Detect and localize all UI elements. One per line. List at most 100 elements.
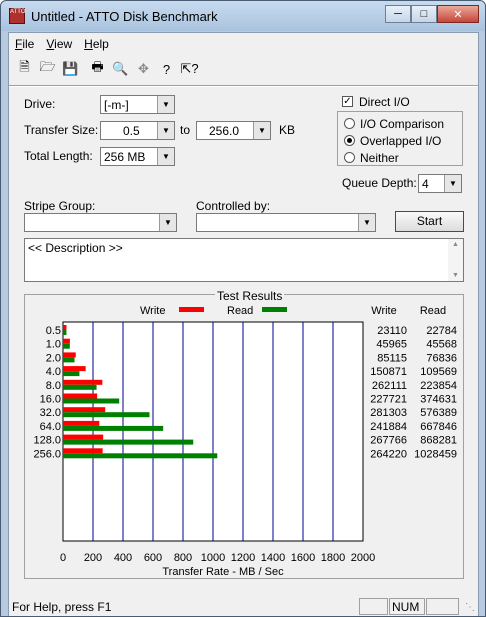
open-icon[interactable]: 🗁 xyxy=(36,57,59,81)
status-cell-scrl xyxy=(426,598,459,615)
bar-read xyxy=(63,357,75,363)
y-tick-label: 1.0 xyxy=(46,339,61,351)
direct-io-checkbox[interactable]: ✓ xyxy=(342,96,353,107)
x-tick-label: 1600 xyxy=(291,552,315,564)
start-button[interactable]: Start xyxy=(395,211,464,232)
chevron-down-icon: ▼ xyxy=(157,122,174,139)
transfer-size-to-select[interactable]: 256.0 ▼ xyxy=(196,121,271,140)
neither-radio[interactable] xyxy=(344,152,355,163)
minimize-button[interactable]: ─ xyxy=(385,5,411,23)
bar-read xyxy=(63,412,150,418)
x-tick-label: 2000 xyxy=(351,552,375,564)
close-button[interactable]: ✕ xyxy=(437,5,479,23)
status-num: NUM xyxy=(389,598,425,615)
y-tick-label: 64.0 xyxy=(40,421,61,433)
y-tick-label: 4.0 xyxy=(46,366,61,378)
write-value: 85115 xyxy=(377,352,407,364)
read-value: 374631 xyxy=(420,394,457,406)
bar-read xyxy=(63,439,194,445)
total-length-label: Total Length: xyxy=(24,149,93,163)
bar-read xyxy=(63,425,164,431)
x-tick-label: 1400 xyxy=(261,552,285,564)
overlapped-io-radio[interactable] xyxy=(344,135,355,146)
atto-app-icon: ATTO xyxy=(9,8,25,24)
io-comparison-radio[interactable] xyxy=(344,118,355,129)
write-value: 267766 xyxy=(370,435,407,447)
read-value: 76836 xyxy=(426,352,457,364)
direct-io-label[interactable]: Direct I/O xyxy=(359,95,410,109)
bar-write xyxy=(63,352,76,358)
x-tick-label: 800 xyxy=(174,552,192,564)
transfer-size-label: Transfer Size: xyxy=(24,123,99,137)
bar-read xyxy=(63,384,97,390)
controlled-by-label: Controlled by: xyxy=(196,199,271,213)
write-value: 45965 xyxy=(376,339,407,351)
print-preview-icon[interactable]: 🔍 xyxy=(109,57,132,81)
help-icon[interactable]: ? xyxy=(155,57,178,81)
bar-write xyxy=(63,325,67,330)
status-cell-caps xyxy=(359,598,388,615)
description-textarea[interactable]: << Description >> ▲ ▼ xyxy=(24,238,464,282)
bar-read xyxy=(63,330,67,335)
write-value: 241884 xyxy=(370,421,407,433)
resize-grip-icon[interactable]: ⋱ xyxy=(465,602,477,614)
chevron-down-icon: ▼ xyxy=(157,96,174,113)
chevron-down-icon: ▼ xyxy=(159,214,176,231)
read-value: 868281 xyxy=(420,435,457,447)
write-value: 262111 xyxy=(372,380,407,392)
bar-write xyxy=(63,338,70,344)
transfer-size-from-select[interactable]: 0.5 ▼ xyxy=(100,121,175,140)
chevron-down-icon: ▼ xyxy=(157,148,174,165)
context-help-icon[interactable]: ⇱? xyxy=(178,57,201,81)
x-tick-label: 200 xyxy=(84,552,102,564)
bar-read xyxy=(63,398,120,404)
stripe-group-select[interactable]: ▼ xyxy=(24,213,177,232)
bar-read xyxy=(63,453,218,459)
move-icon[interactable]: ✥ xyxy=(132,57,155,81)
neither-label[interactable]: Neither xyxy=(360,151,399,165)
status-bar: For Help, press F1 NUM ⋱ xyxy=(9,596,478,616)
bar-write xyxy=(63,366,86,372)
write-value: 150871 xyxy=(370,366,407,378)
x-tick-label: 1000 xyxy=(201,552,225,564)
write-value: 281303 xyxy=(370,407,407,419)
read-value: 667846 xyxy=(420,421,457,433)
queue-depth-select[interactable]: 4 ▼ xyxy=(418,174,462,193)
test-results-group: Test Results Write Read Write Read 0 200 400 60… xyxy=(24,289,464,579)
overlapped-io-label[interactable]: Overlapped I/O xyxy=(360,134,441,148)
window-title: Untitled - ATTO Disk Benchmark xyxy=(31,9,218,24)
print-icon[interactable]: 🖶 xyxy=(86,57,109,81)
write-value: 227721 xyxy=(370,394,407,406)
bar-read xyxy=(63,371,80,377)
x-axis-label: Transfer Rate - MB / Sec xyxy=(162,566,284,578)
read-value: 1028459 xyxy=(414,448,457,460)
write-value: 23110 xyxy=(377,325,407,337)
new-icon[interactable]: 🗎 xyxy=(13,57,36,81)
y-tick-label: 8.0 xyxy=(46,380,61,392)
y-tick-label: 0.5 xyxy=(46,325,61,337)
legend-read-swatch xyxy=(262,307,287,312)
menu-help[interactable]: Help xyxy=(78,33,115,55)
toolbar: 🗎 🗁 💾 🖶 🔍 ✥ ? ⇱? xyxy=(13,57,201,83)
drive-select[interactable]: [-m-] ▼ xyxy=(100,95,175,114)
app-window: ATTO Untitled - ATTO Disk Benchmark ─ □ … xyxy=(0,0,486,617)
menu-view[interactable]: View xyxy=(40,33,78,55)
io-comparison-label[interactable]: I/O Comparison xyxy=(360,117,444,131)
y-tick-label: 16.0 xyxy=(40,394,61,406)
maximize-button[interactable]: □ xyxy=(411,5,437,23)
write-value: 264220 xyxy=(370,448,407,460)
x-tick-label: 400 xyxy=(114,552,132,564)
chevron-down-icon: ▼ xyxy=(253,122,270,139)
stripe-group-label: Stripe Group: xyxy=(24,199,96,213)
y-tick-label: 256.0 xyxy=(33,448,61,460)
description-scrollbar[interactable]: ▲ ▼ xyxy=(448,239,463,281)
legend-write-label: Write xyxy=(140,305,165,317)
queue-depth-label: Queue Depth: xyxy=(342,176,417,190)
save-icon[interactable]: 💾 xyxy=(59,57,82,81)
total-length-select[interactable]: 256 MB ▼ xyxy=(100,147,175,166)
bar-write xyxy=(63,407,106,413)
controlled-by-select[interactable]: ▼ xyxy=(196,213,376,232)
menu-file[interactable]: File xyxy=(9,33,40,55)
legend-read-label: Read xyxy=(227,305,253,317)
read-value: 45568 xyxy=(426,339,457,351)
